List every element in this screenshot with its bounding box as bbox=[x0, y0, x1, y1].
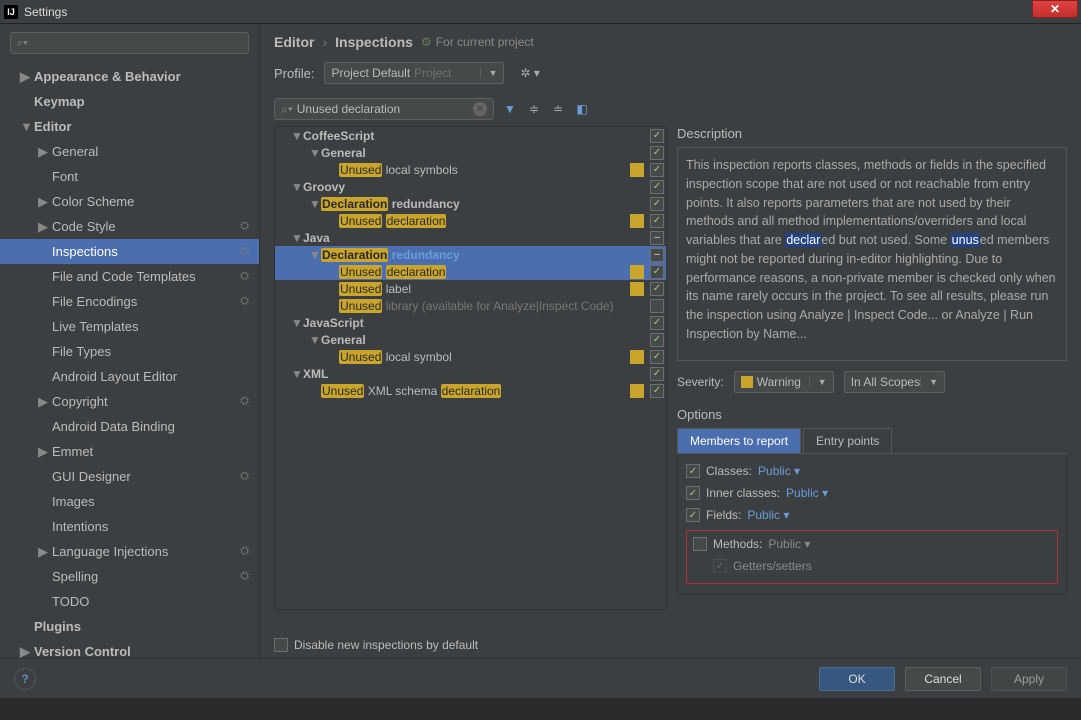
inspection-row[interactable]: Unused library (available for Analyze|In… bbox=[275, 297, 666, 314]
inspection-row[interactable]: ▼XML✓ bbox=[275, 365, 666, 382]
sidebar-item[interactable]: File and Code Templates⛭ bbox=[0, 264, 259, 289]
cancel-button[interactable]: Cancel bbox=[905, 667, 981, 691]
sidebar-item[interactable]: ▶Copyright⛭ bbox=[0, 389, 259, 414]
crumb-inspections: Inspections bbox=[335, 34, 413, 50]
sidebar-item[interactable]: ▶General bbox=[0, 139, 259, 164]
sidebar-item[interactable]: Plugins bbox=[0, 614, 259, 639]
inspection-row[interactable]: Unused XML schema declaration✓ bbox=[275, 382, 666, 399]
methods-highlight-box: Methods:Public ▾ ✓ Getters/setters bbox=[686, 530, 1058, 584]
sidebar-item[interactable]: ▶Appearance & Behavior bbox=[0, 64, 259, 89]
dialog-footer: ? OK Cancel Apply bbox=[0, 658, 1081, 698]
sidebar-item[interactable]: TODO bbox=[0, 589, 259, 614]
search-icon: ⌕▾ bbox=[281, 102, 293, 117]
inspection-row[interactable]: ▼General✓ bbox=[275, 331, 666, 348]
sidebar-item[interactable]: Android Data Binding bbox=[0, 414, 259, 439]
methods-visibility-link[interactable]: Public ▾ bbox=[768, 537, 810, 551]
chevron-down-icon: ▼ bbox=[480, 68, 498, 78]
wrench-icon: ⚙ bbox=[421, 35, 432, 49]
crumb-editor[interactable]: Editor bbox=[274, 34, 314, 50]
scope-combo[interactable]: In All Scopes ▼ bbox=[844, 371, 945, 393]
app-logo: IJ bbox=[4, 5, 18, 19]
inspection-row[interactable]: Unused local symbol✓ bbox=[275, 348, 666, 365]
sidebar-item[interactable]: File Types bbox=[0, 339, 259, 364]
warning-icon bbox=[741, 376, 753, 388]
sidebar-item[interactable]: Android Layout Editor bbox=[0, 364, 259, 389]
fields-visibility-link[interactable]: Public ▾ bbox=[747, 508, 789, 522]
inspection-filter-input[interactable]: ⌕▾ Unused declaration ✕ bbox=[274, 98, 494, 120]
description-box: This inspection reports classes, methods… bbox=[677, 147, 1067, 361]
sidebar-item[interactable]: Intentions bbox=[0, 514, 259, 539]
chevron-right-icon: › bbox=[322, 34, 327, 50]
inspection-row[interactable]: ▼Java– bbox=[275, 229, 666, 246]
settings-tree: ▶Appearance & BehaviorKeymap▼Editor▶Gene… bbox=[0, 62, 259, 658]
inspection-row[interactable]: Unused declaration✓ bbox=[275, 212, 666, 229]
options-heading: Options bbox=[677, 407, 1067, 422]
sidebar-item[interactable]: Inspections⛭ bbox=[0, 239, 259, 264]
sidebar-item[interactable]: Images bbox=[0, 489, 259, 514]
fields-checkbox[interactable]: ✓ bbox=[686, 508, 700, 522]
severity-combo[interactable]: Warning ▼ bbox=[734, 371, 834, 393]
apply-button[interactable]: Apply bbox=[991, 667, 1067, 691]
sidebar-item[interactable]: ▶Code Style⛭ bbox=[0, 214, 259, 239]
inspection-row[interactable]: ▼General✓ bbox=[275, 144, 666, 161]
description-heading: Description bbox=[677, 126, 1067, 141]
inspection-row[interactable]: ▼Declaration redundancy– bbox=[275, 246, 666, 263]
disable-new-checkbox[interactable] bbox=[274, 638, 288, 652]
inspection-row[interactable]: ▼CoffeeScript✓ bbox=[275, 127, 666, 144]
disable-new-label: Disable new inspections by default bbox=[294, 638, 478, 652]
filter-icon[interactable]: ▼ bbox=[502, 101, 518, 117]
getters-checkbox[interactable]: ✓ bbox=[713, 559, 727, 573]
inspection-row[interactable]: ▼Groovy✓ bbox=[275, 178, 666, 195]
profile-gear-button[interactable]: ✲ ▾ bbox=[514, 66, 545, 80]
options-body: ✓ Classes:Public ▾ ✓ Inner classes:Publi… bbox=[677, 454, 1067, 595]
sidebar-item[interactable]: Keymap bbox=[0, 89, 259, 114]
sidebar-item[interactable]: ▶Color Scheme bbox=[0, 189, 259, 214]
sidebar-item[interactable]: File Encodings⛭ bbox=[0, 289, 259, 314]
sidebar-item[interactable]: ▶Emmet bbox=[0, 439, 259, 464]
sidebar-search-input[interactable]: ⌕▾ bbox=[10, 32, 249, 54]
inspection-row[interactable]: ▼JavaScript✓ bbox=[275, 314, 666, 331]
window-title: Settings bbox=[24, 5, 67, 19]
inspection-row[interactable]: Unused declaration✓ bbox=[275, 263, 666, 280]
options-tabs: Members to report Entry points bbox=[677, 428, 1067, 454]
ok-button[interactable]: OK bbox=[819, 667, 895, 691]
profile-combo[interactable]: Project Default Project ▼ bbox=[324, 62, 504, 84]
sidebar-item[interactable]: Live Templates bbox=[0, 314, 259, 339]
tab-members-to-report[interactable]: Members to report bbox=[677, 428, 801, 453]
profile-label: Profile: bbox=[274, 66, 314, 81]
inner-classes-checkbox[interactable]: ✓ bbox=[686, 486, 700, 500]
chevron-down-icon: ▼ bbox=[809, 377, 827, 387]
tab-entry-points[interactable]: Entry points bbox=[803, 428, 892, 453]
sidebar-item[interactable]: ▶Language Injections⛭ bbox=[0, 539, 259, 564]
search-icon: ⌕▾ bbox=[17, 37, 28, 50]
inspections-tree: ▼CoffeeScript✓▼General✓Unused local symb… bbox=[274, 126, 667, 610]
methods-checkbox[interactable] bbox=[693, 537, 707, 551]
settings-sidebar: ⌕▾ ▶Appearance & BehaviorKeymap▼Editor▶G… bbox=[0, 24, 260, 658]
inspection-row[interactable]: ▼Declaration redundancy✓ bbox=[275, 195, 666, 212]
titlebar: IJ Settings ✕ bbox=[0, 0, 1081, 24]
classes-checkbox[interactable]: ✓ bbox=[686, 464, 700, 478]
sidebar-item[interactable]: ▶Version Control bbox=[0, 639, 259, 658]
clear-filter-button[interactable]: ✕ bbox=[473, 102, 487, 116]
classes-visibility-link[interactable]: Public ▾ bbox=[758, 464, 800, 478]
collapse-all-icon[interactable]: ≐ bbox=[550, 101, 566, 117]
sidebar-item[interactable]: Spelling⛭ bbox=[0, 564, 259, 589]
project-badge: ⚙ For current project bbox=[421, 35, 534, 49]
expand-all-icon[interactable]: ≑ bbox=[526, 101, 542, 117]
inner-visibility-link[interactable]: Public ▾ bbox=[786, 486, 828, 500]
help-button[interactable]: ? bbox=[14, 668, 36, 690]
chevron-down-icon: ▼ bbox=[920, 377, 938, 387]
severity-label: Severity: bbox=[677, 375, 724, 389]
sidebar-item[interactable]: GUI Designer⛭ bbox=[0, 464, 259, 489]
inspection-row[interactable]: Unused label✓ bbox=[275, 280, 666, 297]
inspection-row[interactable]: Unused local symbols✓ bbox=[275, 161, 666, 178]
sidebar-item[interactable]: Font bbox=[0, 164, 259, 189]
sidebar-item[interactable]: ▼Editor bbox=[0, 114, 259, 139]
breadcrumb: Editor › Inspections ⚙ For current proje… bbox=[274, 34, 1067, 50]
close-button[interactable]: ✕ bbox=[1032, 0, 1078, 18]
reset-icon[interactable]: ◧ bbox=[574, 101, 590, 117]
